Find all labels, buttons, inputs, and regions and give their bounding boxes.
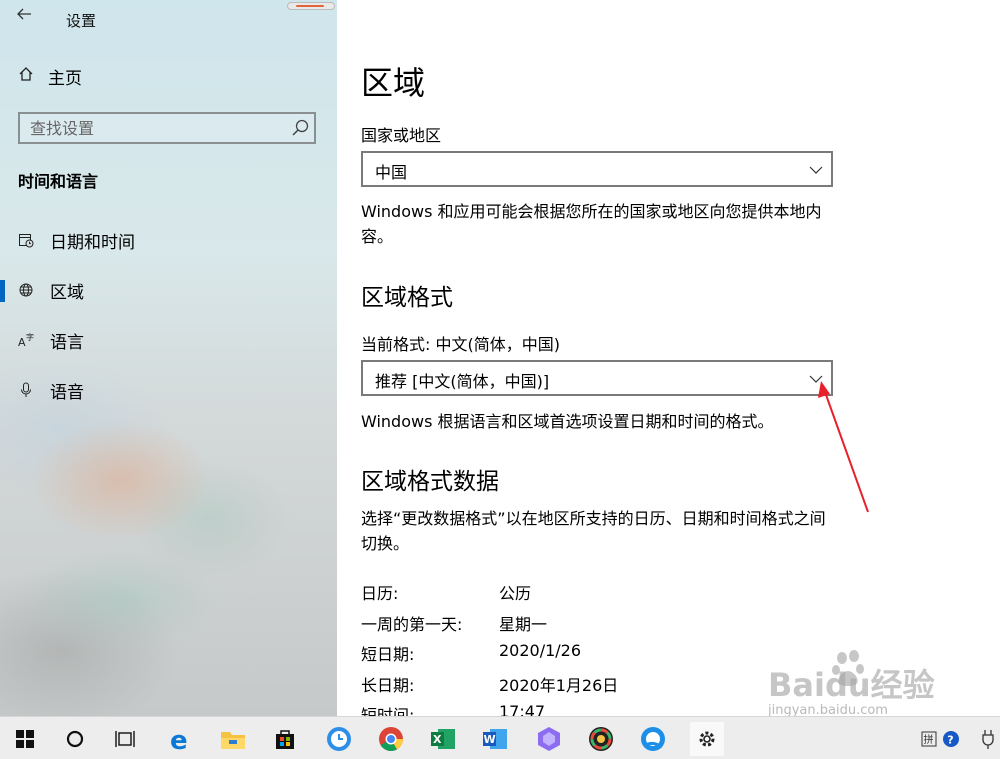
globe-icon	[16, 280, 36, 300]
sidebar-item-label: 日期和时间	[50, 232, 135, 253]
baidu-logo-icon: Baidu经验 jingyan.baidu.com	[767, 650, 935, 718]
row-value: 2020/1/26	[499, 641, 582, 660]
help-button[interactable]: ?	[940, 722, 962, 756]
format-data-heading: 区域格式数据	[361, 469, 499, 495]
home-label: 主页	[48, 69, 82, 89]
row-value: 公历	[499, 584, 532, 603]
svg-text:字: 字	[26, 332, 34, 342]
chrome-button[interactable]	[374, 722, 408, 756]
browser-app-button[interactable]	[636, 722, 670, 756]
power-plug-button[interactable]	[978, 722, 998, 756]
cortana-button[interactable]	[58, 722, 92, 756]
clock-app-icon	[327, 727, 351, 751]
row-key: 一周的第一天:	[361, 615, 463, 634]
app-button[interactable]	[532, 722, 566, 756]
edge-icon: e	[170, 726, 188, 752]
row-key: 短日期:	[361, 645, 415, 664]
svg-text:?: ?	[947, 734, 953, 747]
baidu-watermark: Baidu经验 jingyan.baidu.com	[760, 650, 1000, 718]
task-view-button[interactable]	[108, 722, 142, 756]
file-explorer-button[interactable]	[216, 722, 250, 756]
store-icon	[276, 730, 294, 749]
row-value: 2020年1月26日	[499, 676, 619, 695]
file-explorer-icon	[221, 732, 245, 749]
chevron-down-icon	[809, 162, 823, 176]
store-button[interactable]	[268, 722, 302, 756]
region-settings-page: 区域 国家或地区 中国 Windows 和应用可能会根据您所在的国家或地区向您提…	[337, 0, 1000, 716]
task-view-icon	[115, 731, 135, 747]
excel-button[interactable]: X	[426, 722, 460, 756]
help-icon: ?	[943, 731, 959, 747]
settings-button[interactable]	[690, 722, 724, 756]
sidebar-item-label: 语音	[50, 382, 84, 403]
svg-text:A: A	[18, 336, 26, 348]
window-title-handle[interactable]	[287, 2, 335, 10]
window-title: 设置	[66, 12, 97, 30]
row-key: 短时间:	[361, 706, 415, 716]
word-icon: W	[483, 729, 507, 749]
sidebar-item-date-time[interactable]: 日期和时间	[0, 222, 337, 258]
search-box[interactable]	[18, 112, 316, 144]
current-format-label: 当前格式: 中文(简体，中国)	[361, 335, 560, 354]
chrome-icon	[379, 727, 403, 752]
row-key: 长日期:	[361, 676, 415, 695]
sidebar-item-speech[interactable]: 语音	[0, 372, 337, 408]
svg-text:Baidu经验: Baidu经验	[768, 666, 935, 704]
back-arrow-icon[interactable]	[16, 6, 32, 27]
plug-icon	[982, 730, 994, 749]
color-app-icon	[589, 727, 613, 751]
app-icon	[538, 727, 560, 751]
ime-button[interactable]: 拼	[918, 722, 940, 756]
country-dropdown[interactable]: 中国	[361, 151, 833, 187]
country-value: 中国	[375, 163, 408, 182]
svg-text:jingyan.baidu.com: jingyan.baidu.com	[767, 703, 888, 716]
svg-text:e: e	[170, 726, 188, 752]
word-button[interactable]: W	[478, 722, 512, 756]
microphone-icon	[16, 380, 36, 400]
start-icon	[16, 730, 34, 748]
country-label: 国家或地区	[361, 126, 442, 145]
color-app-button[interactable]	[584, 722, 618, 756]
row-value: 星期一	[499, 615, 548, 634]
home-icon	[18, 66, 34, 87]
format-dropdown[interactable]: 推荐 [中文(简体，中国)]	[361, 360, 833, 396]
settings-icon	[699, 731, 715, 747]
svg-text:X: X	[433, 733, 442, 746]
sidebar-item-language[interactable]: A字 语言	[0, 322, 337, 358]
ime-icon: 拼	[921, 731, 937, 747]
svg-text:拼: 拼	[924, 733, 934, 746]
start-button[interactable]	[8, 722, 42, 756]
home-link[interactable]: 主页	[18, 64, 82, 89]
row-key: 日历:	[361, 584, 399, 603]
section-title: 时间和语言	[18, 172, 99, 191]
search-input[interactable]	[28, 118, 287, 139]
sidebar-item-label: 语言	[50, 332, 84, 353]
format-data-description: 选择“更改数据格式”以在地区所支持的日历、日期和时间格式之间切换。	[361, 509, 826, 553]
excel-icon: X	[431, 729, 455, 749]
edge-button[interactable]: e	[164, 722, 198, 756]
country-description: Windows 和应用可能会根据您所在的国家或地区向您提供本地内容。	[361, 202, 822, 246]
sidebar-item-region[interactable]: 区域	[0, 272, 337, 308]
cortana-icon	[66, 730, 84, 748]
search-icon[interactable]	[290, 118, 310, 138]
format-heading: 区域格式	[361, 285, 453, 311]
row-value: 17:47	[499, 702, 546, 716]
browser-app-icon	[641, 727, 665, 751]
clock-app-button[interactable]	[322, 722, 356, 756]
calendar-clock-icon	[16, 230, 36, 250]
taskbar: e X W 拼 ?	[0, 716, 1000, 759]
sidebar-item-label: 区域	[50, 282, 84, 303]
settings-sidebar: 设置 主页 时间和语言 日期和时间 区域 A字 语言 语音	[0, 0, 337, 716]
svg-text:W: W	[484, 733, 496, 746]
format-description: Windows 根据语言和区域首选项设置日期和时间的格式。	[361, 412, 774, 431]
format-value: 推荐 [中文(简体，中国)]	[375, 372, 550, 391]
page-title: 区域	[361, 64, 426, 102]
language-icon: A字	[16, 330, 36, 350]
chevron-down-icon	[809, 371, 823, 385]
